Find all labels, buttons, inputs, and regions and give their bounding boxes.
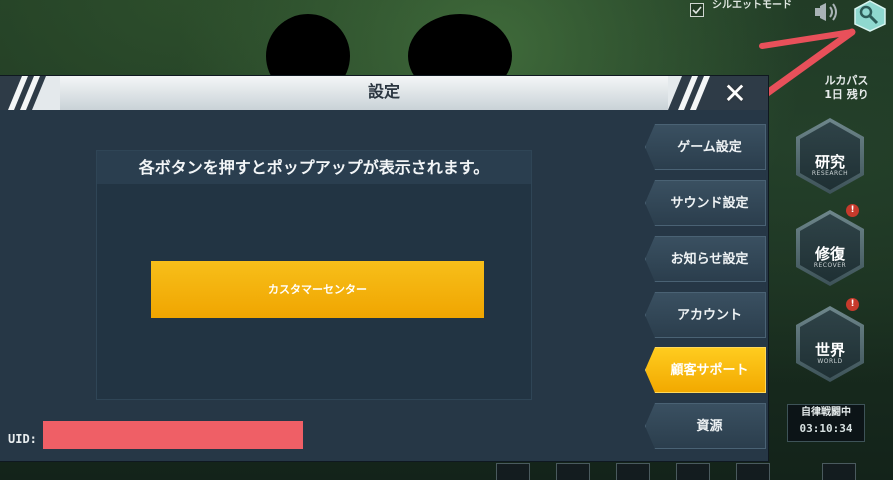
uid-value-redacted <box>43 421 303 449</box>
bottom-menu-icon-6[interactable] <box>822 463 856 480</box>
sound-icon[interactable] <box>812 2 840 22</box>
tab-sound-settings[interactable]: サウンド設定 <box>645 180 766 226</box>
settings-gear-icon[interactable] <box>852 0 888 32</box>
world-menu-inner: 世界 WORLD <box>800 310 860 378</box>
auto-battle-timer: 03:10:34 <box>799 422 853 435</box>
tab-game-settings[interactable]: ゲーム設定 <box>645 124 766 170</box>
pass-label[interactable]: ルカパス 1日 残り <box>800 74 893 102</box>
recover-menu-inner: 修復 RECOVER <box>800 214 860 282</box>
bottom-menu-icon-4[interactable] <box>676 463 710 480</box>
recover-label: 修復 <box>814 245 845 263</box>
auto-battle-label: 自律戦闘中 <box>801 407 851 418</box>
content-instruction: 各ボタンを押すとポップアップが表示されます。 <box>97 151 531 184</box>
uid-label: UID: <box>8 432 37 446</box>
tab-resources[interactable]: 資源 <box>645 403 766 449</box>
world-label: 世界 <box>814 341 845 359</box>
recover-sublabel: RECOVER <box>813 262 847 269</box>
silhouette-mode-checkbox[interactable] <box>690 3 704 17</box>
research-sublabel: RESEARCH <box>811 170 849 177</box>
tab-notification-settings[interactable]: お知らせ設定 <box>645 236 766 282</box>
content-panel: 各ボタンを押すとポップアップが表示されます。 カスタマーセンター <box>96 150 532 400</box>
settings-modal: 設定 ✕ 各ボタンを押すとポップアップが表示されます。 カスタマーセンター ゲー… <box>0 76 768 461</box>
alert-icon: ! <box>846 298 859 311</box>
bottom-menu-icon-3[interactable] <box>616 463 650 480</box>
checkbox-icon <box>692 6 702 15</box>
tab-customer-support[interactable]: 顧客サポート <box>645 347 766 393</box>
alert-icon: ! <box>846 204 859 217</box>
bottom-menu-icon-5[interactable] <box>736 463 770 480</box>
modal-title: 設定 <box>367 82 400 101</box>
auto-battle-status[interactable]: 自律戦闘中 03:10:34 <box>787 404 865 442</box>
bottom-menu-icon-2[interactable] <box>556 463 590 480</box>
research-menu-inner: 研究 RESEARCH <box>800 122 860 190</box>
bottom-menu-icon-1[interactable] <box>496 463 530 480</box>
world-sublabel: WORLD <box>817 358 843 365</box>
research-label: 研究 <box>814 153 845 171</box>
tab-account[interactable]: アカウント <box>645 292 766 338</box>
pass-label-line2: 1日 残り <box>824 88 869 101</box>
pass-label-line1: ルカパス <box>824 74 869 87</box>
close-icon[interactable]: ✕ <box>718 80 752 108</box>
silhouette-mode-label: シルエットモード <box>712 0 792 11</box>
customer-center-button[interactable]: カスタマーセンター <box>151 261 484 318</box>
